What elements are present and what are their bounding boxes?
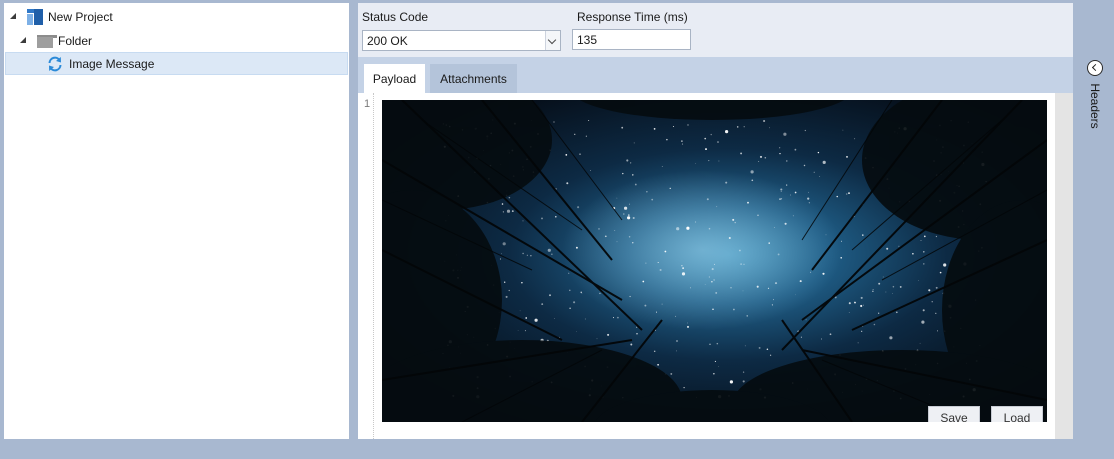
line-number: 1: [364, 98, 371, 110]
vertical-scrollbar[interactable]: [1055, 93, 1073, 439]
refresh-icon: [48, 56, 62, 72]
tree-item-image-message[interactable]: Image Message: [5, 52, 348, 75]
folder-icon: [37, 35, 57, 48]
project-icon: [27, 9, 43, 25]
headers-side-panel: Headers: [1073, 3, 1114, 439]
expand-arrow-icon[interactable]: [20, 37, 28, 45]
status-code-value: 200 OK: [367, 34, 408, 48]
line-gutter: 1: [358, 93, 374, 439]
status-code-select[interactable]: 200 OK: [362, 30, 561, 51]
tab-attachments[interactable]: Attachments: [430, 64, 517, 93]
load-button[interactable]: Load: [991, 406, 1043, 422]
tree-item-new-project[interactable]: New Project: [4, 6, 349, 28]
night-sky-image: [382, 100, 1047, 422]
gutter-divider: [373, 93, 374, 439]
tree-item-folder[interactable]: Folder: [4, 30, 349, 52]
save-button[interactable]: Save: [928, 406, 980, 422]
response-time-input[interactable]: [572, 29, 691, 50]
payload-image: Save Load: [382, 100, 1047, 422]
tab-payload[interactable]: Payload: [364, 64, 425, 93]
chevron-left-icon[interactable]: [1087, 60, 1103, 76]
status-code-label: Status Code: [362, 10, 429, 24]
tab-bar: Payload Attachments: [358, 57, 1073, 93]
response-form: Status Code 200 OK Response Time (ms): [358, 3, 1073, 57]
tree-item-label: New Project: [48, 10, 113, 24]
headers-label: Headers: [1088, 83, 1102, 129]
tree-item-label: Image Message: [69, 57, 155, 71]
project-tree: New Project Folder Image Message: [4, 3, 349, 439]
message-editor-panel: Status Code 200 OK Response Time (ms) Pa…: [358, 3, 1073, 439]
tree-item-label: Folder: [58, 34, 93, 48]
headers-toggle[interactable]: Headers: [1084, 83, 1106, 133]
chevron-down-icon[interactable]: [545, 31, 560, 50]
expand-arrow-icon[interactable]: [10, 13, 18, 21]
response-time-label: Response Time (ms): [577, 10, 688, 24]
payload-editor[interactable]: 1 Save Load: [358, 93, 1073, 439]
